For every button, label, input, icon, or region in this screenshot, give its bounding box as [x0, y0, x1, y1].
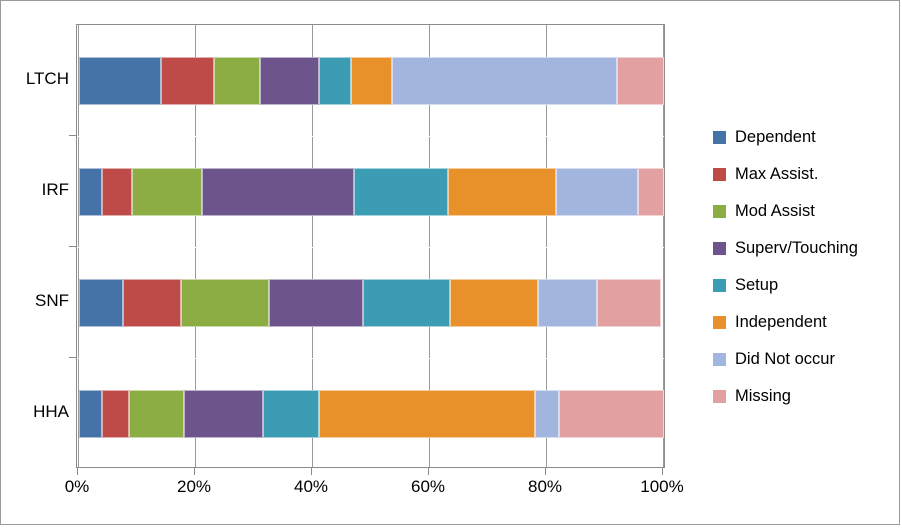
legend-swatch-icon [713, 168, 726, 181]
bar-snf [79, 278, 664, 327]
bar-segment-dependent [79, 56, 161, 105]
legend-label: Max Assist. [735, 165, 819, 184]
bar-segment-missing [558, 389, 665, 438]
legend-swatch-icon [713, 242, 726, 255]
bar-segment-setup [362, 278, 451, 327]
bar-segment-superv-touching [201, 167, 355, 216]
x-axis-tick [428, 468, 429, 475]
bar-segment-max-assist [160, 56, 214, 105]
bar-segment-missing [617, 56, 664, 105]
bar-segment-missing [596, 278, 662, 327]
x-axis-tick [545, 468, 546, 475]
legend-item-dependent[interactable]: Dependent [713, 119, 893, 156]
bar-segment-superv-touching [260, 56, 319, 105]
bar-segment-independent [351, 56, 392, 105]
bar-segment-independent [450, 278, 539, 327]
legend-label: Superv/Touching [735, 239, 858, 258]
bar-segment-did-not-occur [535, 389, 560, 438]
legend-label: Setup [735, 276, 779, 295]
legend-item-independent[interactable]: Independent [713, 304, 893, 341]
bar-segment-max-assist [122, 278, 182, 327]
x-axis-label-20: 20% [176, 477, 212, 496]
category-separator [77, 358, 664, 359]
bar-segment-superv-touching [184, 389, 264, 438]
x-axis-label-40: 40% [293, 477, 329, 496]
bar-segment-did-not-occur [391, 56, 618, 105]
legend-item-missing[interactable]: Missing [713, 378, 893, 415]
y-axis-tick [69, 135, 76, 136]
bar-segment-setup [318, 56, 352, 105]
y-axis-label-irf: IRF [41, 179, 69, 199]
legend-swatch-icon [713, 205, 726, 218]
y-axis-label-ltch: LTCH [25, 68, 69, 88]
x-axis-tick [194, 468, 195, 475]
legend-item-superv-touching[interactable]: Superv/Touching [713, 230, 893, 267]
y-axis-tick [69, 246, 76, 247]
y-axis-label-hha: HHA [33, 401, 69, 421]
bar-segment-mod-assist [213, 56, 261, 105]
bar-segment-independent [318, 389, 536, 438]
legend-label: Did Not occur [735, 350, 835, 369]
legend-swatch-icon [713, 316, 726, 329]
x-axis-label-0: 0% [64, 477, 90, 496]
bar-segment-missing [637, 167, 665, 216]
legend-label: Mod Assist [735, 202, 815, 221]
legend-swatch-icon [713, 390, 726, 403]
legend-item-did-not-occur[interactable]: Did Not occur [713, 341, 893, 378]
legend-label: Dependent [735, 128, 816, 147]
chart-legend: Dependent Max Assist. Mod Assist Superv/Tou… [713, 119, 893, 415]
bar-ltch [79, 56, 664, 105]
bar-segment-max-assist [102, 389, 130, 438]
bar-segment-superv-touching [269, 278, 363, 327]
y-axis-tick [69, 357, 76, 358]
x-axis-label-80: 80% [527, 477, 563, 496]
legend-item-max-assist[interactable]: Max Assist. [713, 156, 893, 193]
x-axis-tick [662, 468, 663, 475]
bar-segment-max-assist [102, 167, 132, 216]
legend-item-setup[interactable]: Setup [713, 267, 893, 304]
legend-label: Missing [735, 387, 791, 406]
bar-segment-mod-assist [128, 389, 185, 438]
bar-segment-setup [353, 167, 448, 216]
chart-container: LTCH IRF SNF HHA 0% 20% 40% 60% 80% 100% Depende… [0, 0, 900, 525]
bar-segment-did-not-occur [538, 278, 597, 327]
x-axis-label-100: 100% [640, 477, 684, 496]
category-separator [77, 136, 664, 137]
bar-segment-independent [447, 167, 556, 216]
bar-segment-dependent [79, 278, 123, 327]
bar-irf [79, 167, 665, 216]
legend-swatch-icon [713, 131, 726, 144]
legend-swatch-icon [713, 279, 726, 292]
legend-label: Independent [735, 313, 827, 332]
x-axis-tick [311, 468, 312, 475]
x-axis-label-60: 60% [410, 477, 446, 496]
legend-swatch-icon [713, 353, 726, 366]
category-separator [77, 247, 664, 248]
bar-hha [79, 389, 665, 438]
x-axis-tick [77, 468, 78, 475]
y-axis-label-snf: SNF [35, 290, 69, 310]
bar-segment-did-not-occur [555, 167, 638, 216]
bar-segment-mod-assist [131, 167, 203, 216]
bar-segment-dependent [79, 389, 103, 438]
plot-area [76, 24, 665, 468]
bar-segment-mod-assist [181, 278, 270, 327]
bar-segment-dependent [79, 167, 103, 216]
legend-item-mod-assist[interactable]: Mod Assist [713, 193, 893, 230]
bar-segment-setup [263, 389, 319, 438]
